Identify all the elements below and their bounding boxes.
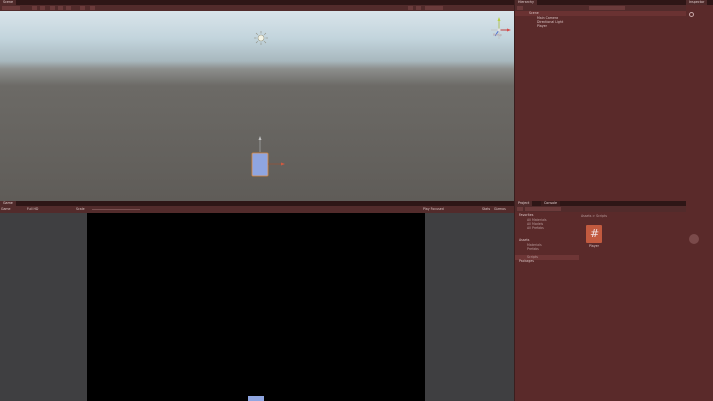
hierarchy-item[interactable]: Player: [537, 24, 547, 28]
sun-icon: [254, 31, 268, 45]
favorites-header[interactable]: Favorites: [519, 213, 533, 217]
asset-folder[interactable]: Prefabs: [527, 247, 539, 251]
scene-panel: Scene Persp: [0, 0, 514, 201]
hash-icon: #: [590, 227, 600, 240]
visibility-toggle[interactable]: [416, 6, 421, 10]
scene-viewport[interactable]: Persp: [0, 11, 514, 201]
hierarchy-search-input[interactable]: [589, 6, 625, 10]
persp-label[interactable]: Persp: [493, 33, 502, 37]
game-toolbar: Game Full HD Scale Play Focused Stats Gi…: [0, 206, 514, 213]
play-mode-dropdown[interactable]: Play Focused: [423, 207, 444, 211]
packages-folder[interactable]: Packages: [519, 259, 534, 263]
scale-label: Scale: [76, 207, 85, 211]
stats-button[interactable]: Stats: [482, 207, 490, 211]
draw-mode-dropdown[interactable]: [2, 6, 20, 10]
project-search-input[interactable]: [525, 207, 561, 211]
create-button[interactable]: [517, 207, 523, 211]
rect-tool-button[interactable]: [80, 6, 85, 10]
game-panel: Game Game Full HD Scale Play Focused Sta…: [0, 201, 514, 401]
inspector-avatar: [689, 234, 699, 244]
game-viewport[interactable]: [0, 213, 514, 401]
scene-name: Scene: [529, 11, 539, 15]
hierarchy-panel: Hierarchy Scene Main Camera Directional …: [515, 0, 686, 201]
script-file-icon[interactable]: #: [586, 225, 602, 243]
inspector-panel: Inspector: [686, 0, 713, 401]
gizmos-dropdown[interactable]: [425, 6, 443, 10]
add-button[interactable]: [517, 6, 523, 10]
gizmos-button[interactable]: Gizmos: [494, 207, 506, 211]
project-panel: Project Console Favorites All Materials …: [515, 201, 686, 401]
favorite-item[interactable]: All Prefabs: [527, 226, 544, 230]
game-render-area: [87, 213, 425, 401]
gizmo-toggle[interactable]: [408, 6, 413, 10]
lighting-toggle[interactable]: [40, 6, 45, 10]
breadcrumb[interactable]: Assets > Scripts: [581, 214, 607, 218]
script-file-name[interactable]: Player: [589, 244, 599, 248]
shading-button[interactable]: [32, 6, 37, 10]
orientation-gizmo[interactable]: [488, 16, 514, 44]
display-dropdown[interactable]: Game: [1, 207, 11, 211]
scale-slider[interactable]: [92, 209, 140, 210]
rotate-tool-button[interactable]: [58, 6, 63, 10]
project-toolbar: [515, 206, 686, 212]
player-object[interactable]: [248, 136, 288, 181]
move-tool-button[interactable]: [50, 6, 55, 10]
assets-folder[interactable]: Assets: [519, 238, 529, 242]
player-object-game: [248, 396, 264, 401]
inspector-search-icon[interactable]: [689, 12, 694, 17]
scale-tool-button[interactable]: [66, 6, 71, 10]
inspector-tabbar: Inspector: [686, 0, 713, 5]
resolution-dropdown[interactable]: Full HD: [27, 207, 38, 211]
tab-inspector[interactable]: Inspector: [686, 0, 708, 5]
transform-tool-button[interactable]: [90, 6, 95, 10]
